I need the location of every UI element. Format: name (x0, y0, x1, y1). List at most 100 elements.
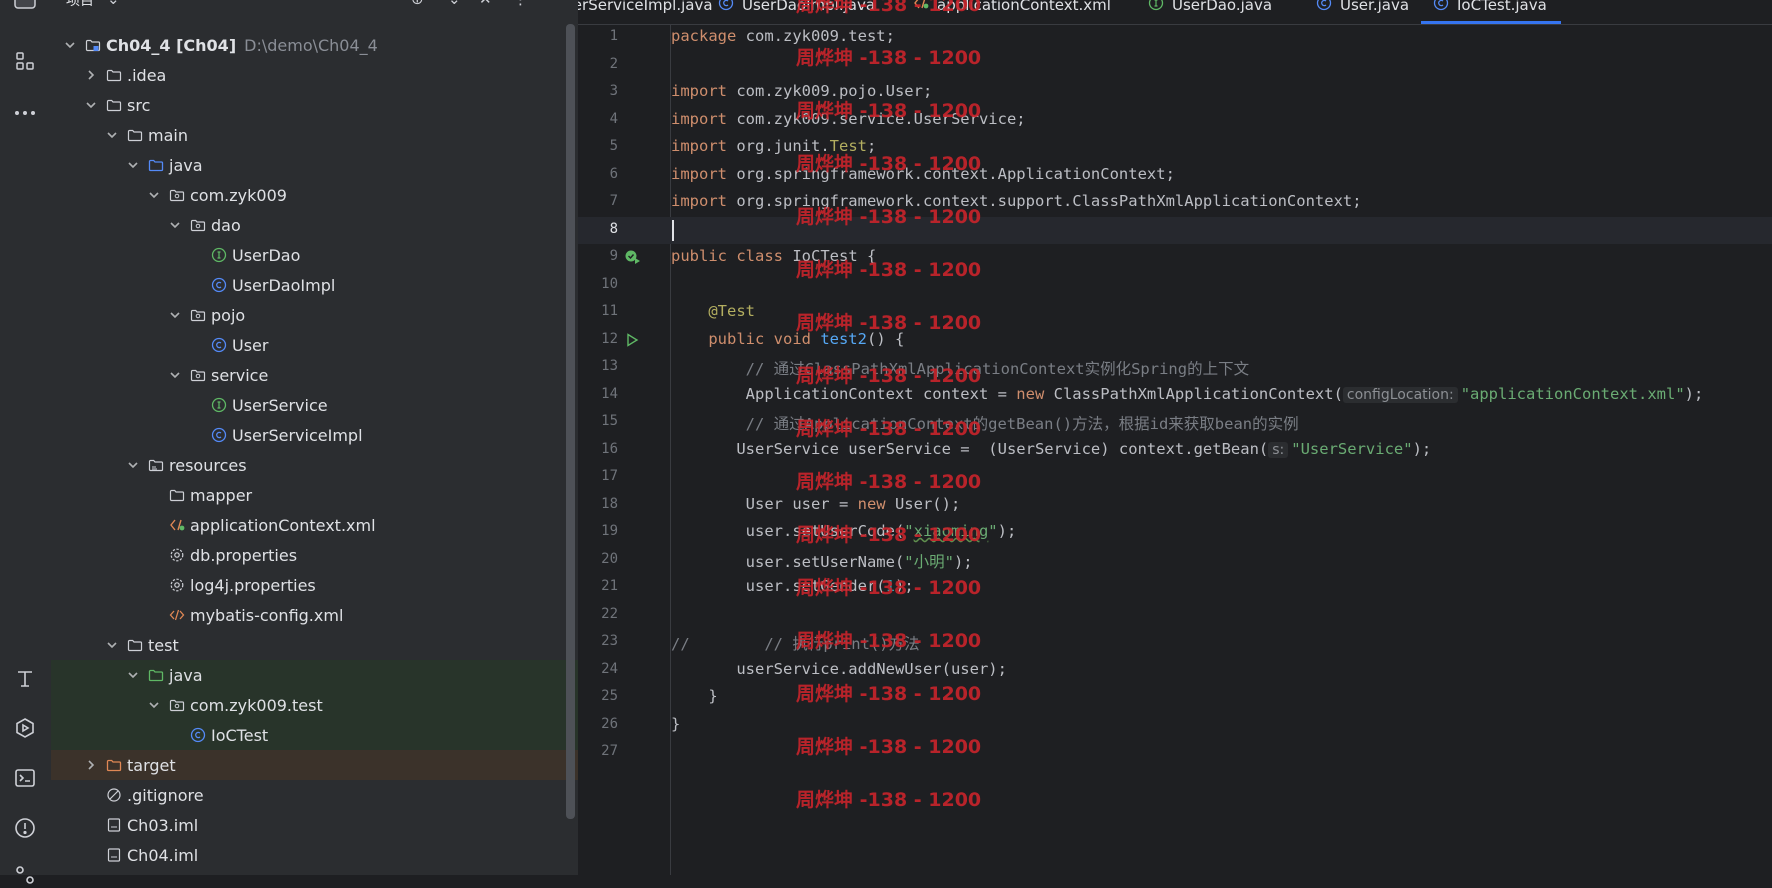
line-number[interactable]: 4 (578, 111, 618, 127)
tree-item-com-zyk009[interactable]: com.zyk009 (51, 180, 578, 210)
line-number[interactable]: 20 (578, 551, 618, 567)
tree-item-userdao[interactable]: UserDao (51, 240, 578, 270)
chevron-down-icon[interactable] (63, 38, 77, 52)
tree-item-mapper[interactable]: mapper (51, 480, 578, 510)
code-line[interactable]: 14 ApplicationContext context = new Clas… (578, 382, 1772, 410)
line-number[interactable]: 13 (578, 358, 618, 374)
tree-item-idea[interactable]: .idea (51, 60, 578, 90)
tree-item-java[interactable]: java (51, 660, 578, 690)
line-number[interactable]: 10 (578, 276, 618, 292)
code-line[interactable]: 19 user.setUserCode("xiaoming"); (578, 519, 1772, 547)
line-number[interactable]: 19 (578, 523, 618, 539)
tree-item-db-properties[interactable]: db.properties (51, 540, 578, 570)
chevron-down-icon[interactable] (168, 368, 182, 382)
tree-item-userservice[interactable]: UserService (51, 390, 578, 420)
line-number[interactable]: 16 (578, 441, 618, 457)
code-line[interactable]: 3 import com.zyk009.pojo.User; (578, 79, 1772, 107)
code-line[interactable]: 9 public class IoCTest { (578, 244, 1772, 272)
tab-userserviceimpl-java[interactable]: UserServiceImpl.java (578, 0, 713, 18)
code-line[interactable]: 24 userService.addNewUser(user); (578, 657, 1772, 685)
line-number[interactable]: 15 (578, 413, 618, 429)
code-line[interactable]: 15 // 通过ApplicationContext的getBean()方法，根… (578, 409, 1772, 437)
chevron-down-icon[interactable] (84, 98, 98, 112)
problems-tool-icon[interactable] (12, 815, 38, 841)
line-number[interactable]: 2 (578, 56, 618, 72)
options-icon[interactable]: ⋮ (513, 0, 528, 8)
chevron-down-icon[interactable] (126, 668, 140, 682)
chevron-down-icon[interactable] (126, 458, 140, 472)
code-line[interactable]: 21 user.setGender(1); (578, 574, 1772, 602)
run-icon[interactable] (624, 332, 640, 348)
line-number[interactable]: 7 (578, 193, 618, 209)
tree-item-ch04-4-ch04[interactable]: Ch04_4 [Ch04] D:\demo\Ch04_4 (51, 30, 578, 60)
code-line[interactable]: 25 } (578, 684, 1772, 712)
code-line[interactable]: 10 (578, 272, 1772, 300)
tab-userdao-java[interactable]: UserDao.java (1148, 0, 1272, 18)
tree-item-src[interactable]: src (51, 90, 578, 120)
line-number[interactable]: 25 (578, 688, 618, 704)
code-line[interactable]: 22 (578, 602, 1772, 630)
expand-collapse-icon[interactable]: ⌄ (448, 0, 461, 8)
chevron-right-icon[interactable] (84, 68, 98, 82)
chevron-down-icon[interactable] (168, 308, 182, 322)
code-line[interactable]: 26} (578, 712, 1772, 740)
line-number[interactable]: 6 (578, 166, 618, 182)
chevron-down-icon[interactable]: ⌄ (107, 0, 120, 8)
structure-tool-icon[interactable] (12, 48, 38, 74)
build-tool-icon[interactable] (12, 666, 38, 692)
line-number[interactable]: 22 (578, 606, 618, 622)
tree-item-com-zyk009-test[interactable]: com.zyk009.test (51, 690, 578, 720)
code-line[interactable]: 4 import com.zyk009.service.UserService; (578, 107, 1772, 135)
project-tool-icon[interactable] (12, 0, 38, 16)
code-line[interactable]: 7 import org.springframework.context.supp… (578, 189, 1772, 217)
line-number[interactable]: 12 (578, 331, 618, 347)
tree-item-ioctest[interactable]: IoCTest (51, 720, 578, 750)
line-number[interactable]: 27 (578, 743, 618, 759)
code-line[interactable]: 13 // 通过ClassPathXmlApplicationContext实例… (578, 354, 1772, 382)
tree-item-dao[interactable]: dao (51, 210, 578, 240)
line-number[interactable]: 1 (578, 28, 618, 44)
code-line[interactable]: 27 (578, 739, 1772, 767)
tab-ioctest-java[interactable]: IoCTest.java (1421, 0, 1561, 24)
tab-user-java[interactable]: User.java (1316, 0, 1409, 18)
tree-item-ch04-iml[interactable]: Ch04.iml (51, 840, 578, 870)
tree-item-ch03-iml[interactable]: Ch03.iml (51, 810, 578, 840)
line-number[interactable]: 24 (578, 661, 618, 677)
tree-item-test[interactable]: test (51, 630, 578, 660)
code-line[interactable]: 17 (578, 464, 1772, 492)
chevron-down-icon[interactable] (126, 158, 140, 172)
code-line[interactable]: 23 // // 执行print()方法 (578, 629, 1772, 657)
chevron-down-icon[interactable] (168, 218, 182, 232)
run-class-icon[interactable] (624, 249, 640, 265)
line-number[interactable]: 23 (578, 633, 618, 649)
locate-icon[interactable]: ⊕ (411, 0, 424, 8)
chevron-right-icon[interactable] (84, 758, 98, 772)
line-number[interactable]: 14 (578, 386, 618, 402)
tab-userdaoimpl-java[interactable]: UserDaoImpl.java (718, 0, 875, 18)
chevron-down-icon[interactable] (105, 128, 119, 142)
line-number[interactable]: 3 (578, 83, 618, 99)
git-tool-icon[interactable] (12, 862, 38, 888)
code-line[interactable]: 12 public void test2() { (578, 327, 1772, 355)
tree-item-user[interactable]: User (51, 330, 578, 360)
tree-item-main[interactable]: main (51, 120, 578, 150)
tree-scrollbar[interactable] (566, 24, 575, 819)
line-number[interactable]: 17 (578, 468, 618, 484)
tree-item-mybatis-config-xml[interactable]: mybatis-config.xml (51, 600, 578, 630)
tree-item-service[interactable]: service (51, 360, 578, 390)
line-number[interactable]: 26 (578, 716, 618, 732)
tree-item-target[interactable]: target (51, 750, 578, 780)
code-line[interactable]: 6 import org.springframework.context.Appl… (578, 162, 1772, 190)
code-line[interactable]: 16 UserService userService = (UserServic… (578, 437, 1772, 465)
chevron-down-icon[interactable] (105, 638, 119, 652)
tree-item-resources[interactable]: resources (51, 450, 578, 480)
close-icon[interactable]: ✕ (479, 0, 492, 8)
line-number[interactable]: 8 (578, 221, 618, 237)
services-tool-icon[interactable] (12, 715, 38, 741)
chevron-down-icon[interactable] (147, 698, 161, 712)
line-number[interactable]: 21 (578, 578, 618, 594)
terminal-tool-icon[interactable] (12, 765, 38, 791)
line-number[interactable]: 5 (578, 138, 618, 154)
tree-item-applicationcontext-xml[interactable]: applicationContext.xml (51, 510, 578, 540)
more-tools-icon[interactable] (12, 100, 38, 126)
